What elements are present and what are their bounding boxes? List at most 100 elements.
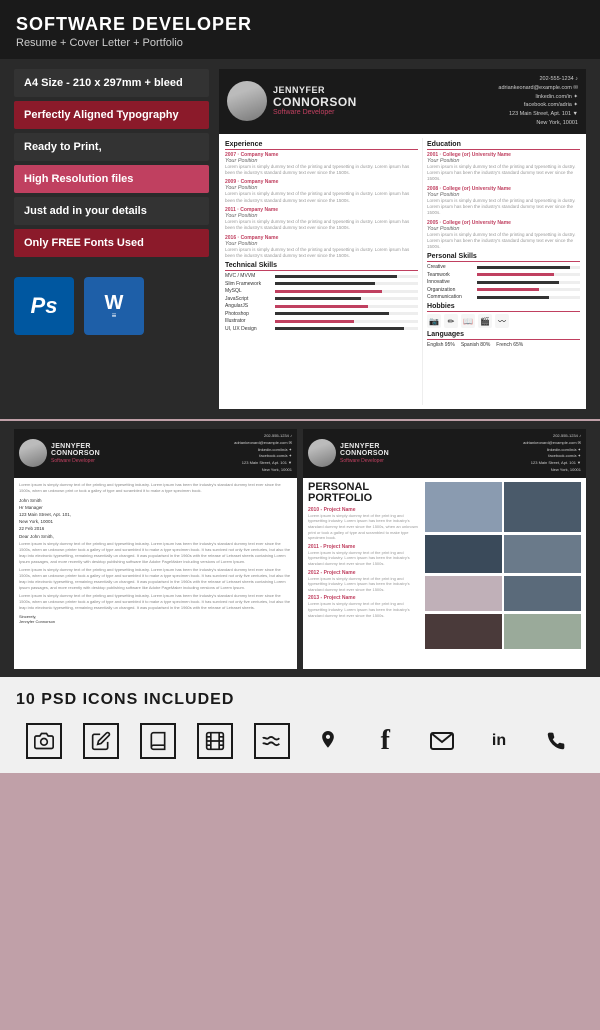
cl-name-block: JENNYFERCONNORSON Software Developer (51, 443, 230, 464)
cl-sign: Sincerely,Jennyfer Connorson (19, 614, 292, 624)
skill-illustrator: Illustrator (225, 318, 418, 324)
icon-pin (310, 723, 346, 759)
lang-english: English 95% (427, 342, 455, 348)
feature-print: Ready to Print, (14, 133, 209, 161)
skill-slim: Slim Framework (225, 281, 418, 287)
feature-hires: High Resolution files (14, 165, 209, 193)
resume-left: Experience 2007 · Company Name Your Posi… (225, 138, 418, 405)
icon-email (424, 723, 460, 759)
cl-to-city: New York, 10001 (19, 519, 292, 524)
pf-job-title: Software Developer (340, 458, 519, 464)
portfolio-card: JENNYFERCONNORSON Software Developer 202… (303, 429, 586, 669)
pf-img-2 (504, 482, 581, 532)
skill-mysql: MySQL (225, 288, 418, 294)
skill-mvc: MVC / MVVM (225, 273, 418, 279)
proj-4: 2013 - Project Name Lorem ipsum is simpl… (308, 595, 421, 618)
word-icon: W ≡ (84, 277, 144, 335)
page-title: SOFTWARE DEVELOPER (16, 14, 584, 35)
pf-img-6 (504, 576, 581, 611)
resume-preview: JENNYFER CONNORSON Software Developer 20… (219, 69, 586, 409)
pf-img-row-2 (425, 535, 581, 573)
resume-contact: 202-555-1234 ♪ adriankeonard@example.com… (498, 75, 578, 128)
proj-3: 2012 - Project Name Lorem ipsum is simpl… (308, 570, 421, 593)
cl-to-name: John Smith (19, 498, 292, 503)
exp-1: 2007 · Company Name Your Position Lorem … (225, 152, 418, 177)
experience-title: Experience (225, 141, 418, 150)
icons-grid: f in (16, 723, 584, 759)
header-subtitle: Resume + Cover Letter + Portfolio (16, 37, 584, 49)
pf-header: JENNYFERCONNORSON Software Developer 202… (303, 429, 586, 478)
pskill-creative: Creative (427, 264, 580, 270)
camera-icon (26, 723, 62, 759)
pf-body: PERSONALPORTFOLIO 2010 - Project Name Lo… (303, 478, 586, 653)
icon-facebook: f (367, 723, 403, 759)
cl-job-title: Software Developer (51, 458, 230, 464)
pf-img-row-3 (425, 576, 581, 611)
education-title: Education (427, 141, 580, 150)
pf-right (425, 482, 581, 649)
features-panel: A4 Size - 210 x 297mm + bleed Perfectly … (14, 69, 209, 409)
exp-2: 2009 · Company Name Your Position Lorem … (225, 179, 418, 204)
icon-camera (26, 723, 62, 759)
pf-name-block: JENNYFERCONNORSON Software Developer (340, 443, 519, 464)
photoshop-icon: Ps (14, 277, 74, 335)
icon-waves (254, 723, 290, 759)
cl-date: 22 Feb 2016 (19, 526, 292, 531)
hobby-draw: ✏ (444, 314, 458, 328)
pf-title: PERSONALPORTFOLIO (308, 482, 421, 504)
edu-1: 2001 · College (or) University Name Your… (427, 152, 580, 183)
cl-salutation: Dear John Smith, (19, 534, 292, 539)
pin-icon (310, 723, 346, 759)
resume-photo (227, 81, 267, 121)
edu-3: 2005 · College (or) University Name Your… (427, 220, 580, 251)
lang-spanish: Spanish 80% (461, 342, 490, 348)
bottom-section: JENNYFERCONNORSON Software Developer 202… (0, 421, 600, 677)
skill-ux: UI, UX Design (225, 326, 418, 332)
icon-book (140, 723, 176, 759)
skill-angular: AngularJS (225, 303, 418, 309)
cl-header: JENNYFERCONNORSON Software Developer 202… (14, 429, 297, 478)
pf-img-4 (504, 535, 581, 573)
cl-intro: Lorem ipsum is simply dummy text of the … (19, 482, 292, 494)
linkedin-icon: in (481, 723, 517, 759)
hobby-book: 📖 (461, 314, 475, 328)
resume-header: JENNYFER CONNORSON Software Developer 20… (219, 69, 586, 134)
hobby-movie: 🎬 (478, 314, 492, 328)
pf-img-3 (425, 535, 502, 573)
resume-body: Experience 2007 · Company Name Your Posi… (219, 134, 586, 409)
icon-edit (83, 723, 119, 759)
top-section: A4 Size - 210 x 297mm + bleed Perfectly … (0, 59, 600, 419)
resume-name-block: JENNYFER CONNORSON Software Developer (273, 86, 492, 116)
pf-img-1 (425, 482, 502, 532)
icons-section: 10 PSD ICONS INCLUDED (0, 677, 600, 773)
resume-name-line2: CONNORSON (273, 96, 492, 109)
pskill-innovative: Innovative (427, 279, 580, 285)
cl-text-1: Lorem ipsum is simply dummy text of the … (19, 541, 292, 565)
feature-typography: Perfectly Aligned Typography (14, 101, 209, 129)
skill-photoshop: Photoshop (225, 311, 418, 317)
resume-right: Education 2001 · College (or) University… (422, 138, 580, 405)
header: SOFTWARE DEVELOPER Resume + Cover Letter… (0, 0, 600, 59)
facebook-icon: f (367, 723, 403, 759)
book-icon (140, 723, 176, 759)
cl-to-title: Hr Manager (19, 505, 292, 510)
pf-photo (308, 439, 336, 467)
icon-phone (538, 723, 574, 759)
pf-contact: 202-555-1234 ♪ adriankeonard@example.com… (523, 433, 581, 474)
icons-title: 10 PSD ICONS INCLUDED (16, 691, 584, 709)
video-icon (197, 723, 233, 759)
exp-4: 2016 · Company Name Your Position Lorem … (225, 235, 418, 260)
feature-details: Just add in your details (14, 197, 209, 225)
proj-2: 2011 - Project Name Lorem ipsum is simpl… (308, 544, 421, 567)
software-icons: Ps W ≡ (14, 271, 209, 341)
pf-name: JENNYFERCONNORSON (340, 443, 519, 458)
edu-2: 2008 · College (or) University Name Your… (427, 186, 580, 217)
pf-img-8 (504, 614, 581, 649)
pf-left: PERSONALPORTFOLIO 2010 - Project Name Lo… (308, 482, 421, 649)
skill-js: JavaScript (225, 296, 418, 302)
cl-to-addr: 123 Main Street, Apt. 101, (19, 512, 292, 517)
waves-icon (254, 723, 290, 759)
cl-text-3: Lorem ipsum is simply dummy text of the … (19, 593, 292, 611)
hobby-swim: 〰 (495, 314, 509, 328)
pf-img-row-4 (425, 614, 581, 649)
